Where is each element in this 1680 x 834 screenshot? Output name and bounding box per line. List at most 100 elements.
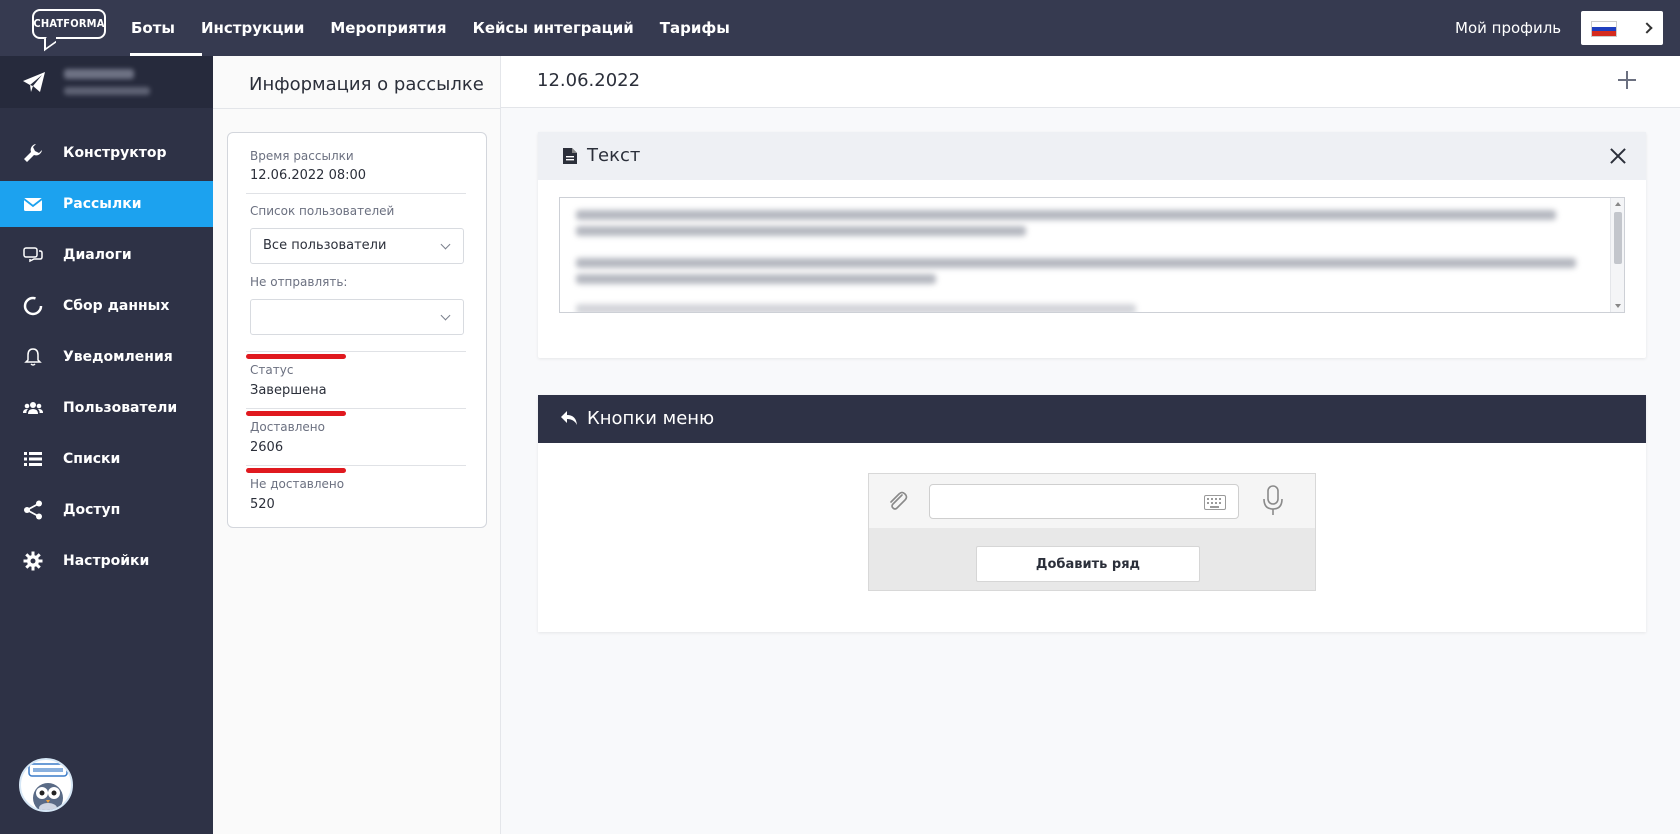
chevron-down-icon [440, 239, 451, 250]
chevron-down-icon [440, 310, 451, 321]
sidebar-item-label: Списки [63, 451, 121, 467]
sidebar: Конструктор Рассылки Диалоги Сбор данных… [0, 56, 213, 834]
main-nav: Боты Инструкции Мероприятия Кейсы интегр… [118, 0, 743, 56]
chatforma-logo[interactable]: CHATFORMA [32, 9, 106, 52]
current-bot[interactable] [0, 56, 213, 108]
text-block-card: Текст [538, 132, 1646, 358]
exclude-select[interactable] [250, 299, 464, 335]
sidebar-item-data-collection[interactable]: Сбор данных [0, 283, 213, 329]
paperclip-icon[interactable] [885, 489, 909, 513]
sidebar-item-label: Доступ [63, 502, 121, 518]
delivered-label: Доставлено [250, 420, 325, 434]
textarea-scrollbar[interactable] [1610, 198, 1624, 312]
keyboard-icon[interactable] [1204, 495, 1226, 510]
blurred-text [576, 304, 1136, 312]
sidebar-item-label: Сбор данных [63, 298, 170, 314]
add-block-button[interactable] [1617, 70, 1637, 90]
sidebar-item-label: Рассылки [63, 196, 142, 212]
close-icon[interactable] [1608, 146, 1628, 166]
nav-instructions[interactable]: Инструкции [188, 0, 317, 56]
owl-mascot-icon [28, 763, 68, 810]
message-textarea[interactable] [559, 197, 1625, 313]
scroll-thumb[interactable] [1614, 212, 1622, 264]
telegram-icon [23, 72, 45, 92]
menu-buttons-title: Кнопки меню [587, 408, 715, 429]
bot-username-blurred [64, 87, 150, 95]
my-profile-link[interactable]: Мой профиль [1455, 19, 1561, 37]
message-input[interactable] [929, 484, 1239, 519]
user-list-selected: Все пользователи [263, 238, 387, 253]
sidebar-item-label: Конструктор [63, 145, 167, 161]
document-icon [563, 148, 577, 164]
send-time-label: Время рассылки [250, 149, 354, 163]
blurred-text [576, 258, 1576, 268]
scroll-up-icon[interactable] [1615, 202, 1621, 206]
scroll-down-icon[interactable] [1615, 304, 1621, 308]
delivered-value: 2606 [250, 440, 284, 455]
sidebar-item-label: Диалоги [63, 247, 132, 263]
info-panel-title: Информация о рассылке [249, 74, 484, 95]
chevron-right-icon [1641, 22, 1653, 34]
nav-pricing[interactable]: Тарифы [647, 0, 743, 56]
users-icon [23, 402, 43, 414]
envelope-icon [23, 198, 43, 211]
mailing-info-panel: Информация о рассылке Время рассылки 12.… [213, 56, 501, 834]
bot-name-blurred [64, 69, 134, 79]
user-list-label: Список пользователей [250, 204, 395, 218]
divider [246, 408, 466, 409]
gear-icon [23, 551, 43, 571]
blurred-text [576, 226, 1026, 236]
sidebar-item-mailings[interactable]: Рассылки [0, 181, 213, 227]
chat-icon [23, 247, 43, 263]
keyboard-preview: Добавить ряд [868, 473, 1316, 591]
status-value: Завершена [250, 383, 327, 398]
message-bar [869, 474, 1315, 528]
status-label: Статус [250, 363, 294, 377]
user-list-select[interactable]: Все пользователи [250, 228, 464, 264]
mailing-date-title: 12.06.2022 [537, 70, 641, 91]
red-highlight-mark [246, 354, 346, 359]
not-delivered-label: Не доставлено [250, 477, 345, 491]
send-time-value: 12.06.2022 08:00 [250, 168, 367, 183]
list-icon [24, 452, 42, 466]
sidebar-item-label: Уведомления [63, 349, 173, 365]
reply-arrow-icon [561, 411, 577, 425]
not-delivered-value: 520 [250, 497, 275, 512]
exclude-label: Не отправлять: [250, 275, 348, 289]
sidebar-item-constructor[interactable]: Конструктор [0, 130, 213, 176]
menu-buttons-card: Кнопки меню Добавить ряд [538, 395, 1646, 632]
sidebar-item-lists[interactable]: Списки [0, 436, 213, 482]
divider [246, 351, 466, 352]
divider [213, 108, 501, 109]
logo-text: CHATFORMA [33, 17, 105, 30]
text-block-title: Текст [587, 145, 641, 166]
blurred-text [576, 210, 1556, 220]
divider [246, 465, 466, 466]
sidebar-item-label: Настройки [63, 553, 150, 569]
red-highlight-mark [246, 411, 346, 416]
mailing-info-card: Время рассылки 12.06.2022 08:00 Список п… [227, 132, 487, 528]
blurred-text [576, 274, 936, 284]
red-highlight-mark [246, 468, 346, 473]
wrench-icon [24, 144, 42, 162]
sidebar-item-label: Пользователи [63, 400, 178, 416]
language-selector[interactable] [1581, 11, 1663, 45]
nav-integration-cases[interactable]: Кейсы интеграций [460, 0, 647, 56]
main-header: 12.06.2022 [501, 56, 1680, 108]
divider [246, 193, 466, 194]
sidebar-item-users[interactable]: Пользователи [0, 385, 213, 431]
sidebar-item-access[interactable]: Доступ [0, 487, 213, 533]
ru-flag-icon [1591, 21, 1617, 37]
text-block-header: Текст [538, 132, 1646, 180]
sidebar-item-dialogs[interactable]: Диалоги [0, 232, 213, 278]
sidebar-item-settings[interactable]: Настройки [0, 538, 213, 584]
microphone-icon[interactable] [1262, 485, 1284, 517]
support-avatar[interactable] [19, 758, 73, 812]
nav-events[interactable]: Мероприятия [317, 0, 459, 56]
nav-bots[interactable]: Боты [118, 0, 202, 56]
sidebar-item-notifications[interactable]: Уведомления [0, 334, 213, 380]
progress-circle-icon [23, 296, 43, 316]
bell-icon [24, 348, 42, 366]
add-row-button[interactable]: Добавить ряд [976, 546, 1200, 582]
menu-buttons-header: Кнопки меню [538, 395, 1646, 443]
